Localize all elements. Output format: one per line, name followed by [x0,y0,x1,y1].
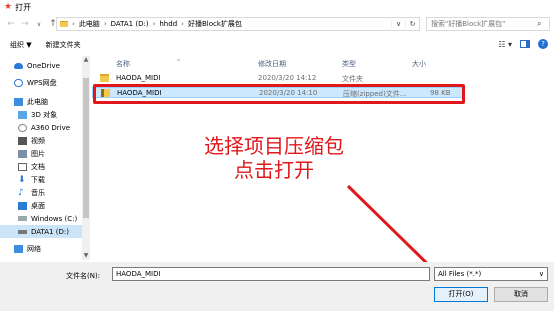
organize-button[interactable]: 组织 ▼ [10,40,32,50]
command-bar: 组织 ▼ 新建文件夹 ☷ ▾ ? [0,36,554,54]
column-size[interactable]: 大小 [412,59,426,69]
column-date[interactable]: 修改日期 [258,59,286,69]
sidebar-item-onedrive[interactable]: OneDrive [0,59,84,72]
help-icon[interactable]: ? [538,39,548,49]
preview-pane-icon[interactable] [520,40,530,48]
sidebar-item-music[interactable]: ♪ 音乐 [0,186,84,199]
file-type: 文件夹 [342,75,363,83]
file-row-folder[interactable]: HAODA_MIDI 2020/3/20 14:12 文件夹 [92,73,464,84]
breadcrumb-current-folder[interactable]: 好播Block扩展包 [188,19,242,29]
sidebar-item-label: OneDrive [27,61,60,70]
sidebar-item-pictures[interactable]: 图片 [0,147,84,160]
sidebar-item-downloads[interactable]: ⬇ 下载 [0,173,84,186]
file-name: HAODA_MIDI [116,74,161,82]
documents-icon [18,162,27,171]
sidebar-item-label: 3D 对象 [31,110,58,119]
sidebar-item-label: 音乐 [31,188,45,197]
new-folder-button[interactable]: 新建文件夹 [46,40,81,50]
sidebar-item-label: 此电脑 [27,97,48,106]
filetype-select[interactable]: All Files (*.*) ∨ [434,267,548,281]
scroll-down-icon[interactable]: ▼ [82,252,90,260]
sidebar-item-label: A360 Drive [31,123,71,132]
highlight-box [93,84,465,104]
recent-dropdown-icon[interactable]: ∨ [32,17,46,31]
chevron-right-icon: › [72,20,75,28]
app-star-icon: ★ [4,2,13,12]
search-icon[interactable]: ⌕ [537,19,549,29]
download-icon: ⬇ [18,174,26,185]
sidebar-item-3d-objects[interactable]: 3D 对象 [0,108,84,121]
sidebar-item-label: 下载 [31,175,45,184]
filename-label: 文件名(N): [66,272,101,280]
3d-objects-icon [18,110,27,119]
refresh-icon[interactable]: ↻ [405,20,419,28]
address-bar-row: ← → ∨ ↑ › 此电脑 › DATA1 (D:) › hhdd › 好播Bl… [0,14,554,34]
cancel-button[interactable]: 取消 [494,287,548,302]
video-icon [18,136,27,145]
search-placeholder: 搜索"好播Block扩展包" [431,20,506,28]
navigation-pane: OneDrive WPS网盘 此电脑 3D 对象 A360 Drive 视频 图… [0,56,84,260]
chevron-right-icon: › [103,20,107,28]
drive-c-icon [18,216,27,221]
sidebar-item-label: 网络 [27,244,41,253]
sidebar-scrollbar[interactable]: ▲ ▼ [82,56,90,260]
desktop-icon [18,201,27,210]
filename-input[interactable]: HAODA_MIDI [112,267,430,281]
music-icon: ♪ [18,187,24,198]
sidebar-item-label: 文档 [31,162,45,171]
sidebar-item-label: 视频 [31,136,45,145]
annotation-line-1: 选择项目压缩包 [204,134,344,158]
sidebar-item-drive-d[interactable]: DATA1 (D:) [0,225,84,238]
pictures-icon [18,149,27,158]
sidebar-item-desktop[interactable]: 桌面 [0,199,84,212]
sidebar-item-label: 图片 [31,149,45,158]
folder-icon [100,74,109,82]
wps-cloud-icon [14,78,23,87]
sort-up-icon: ^ [176,59,182,66]
scrollbar-thumb[interactable] [83,78,89,218]
sidebar-item-label: WPS网盘 [27,78,57,87]
filetype-value: All Files (*.*) [438,270,482,278]
folder-icon [60,21,68,27]
address-dropdown-icon[interactable]: ∨ [391,20,405,28]
sidebar-item-network[interactable]: 网络 [0,242,84,255]
drive-d-icon [18,229,27,234]
computer-icon [14,97,23,106]
sidebar-item-wps[interactable]: WPS网盘 [0,76,84,89]
sidebar-item-a360[interactable]: A360 Drive [0,121,84,134]
search-input[interactable]: 搜索"好播Block扩展包" ⌕ [426,17,550,31]
file-date: 2020/3/20 14:12 [258,74,317,82]
back-arrow-icon[interactable]: ← [4,17,18,31]
title-bar: ★ 打开 [0,0,554,14]
breadcrumb-hhdd[interactable]: hhdd [159,20,177,28]
dialog-footer: 文件名(N): HAODA_MIDI All Files (*.*) ∨ 打开(… [0,262,554,311]
chevron-right-icon: › [152,20,156,28]
scroll-up-icon[interactable]: ▲ [82,56,90,64]
network-icon [14,244,23,253]
sidebar-item-documents[interactable]: 文档 [0,160,84,173]
sidebar-item-label: Windows (C:) [31,214,78,223]
sidebar-item-label: 桌面 [31,201,45,210]
column-header-row: 名称 ^ 修改日期 类型 大小 [92,56,554,70]
forward-arrow-icon[interactable]: → [18,17,32,31]
view-options-icon[interactable]: ☷ ▾ [498,40,512,49]
column-name[interactable]: 名称 [116,59,130,69]
chevron-right-icon: › [181,20,184,28]
sidebar-item-this-pc[interactable]: 此电脑 [0,95,84,108]
open-button[interactable]: 打开(O) [434,287,488,302]
column-type[interactable]: 类型 [342,59,356,69]
breadcrumb-data1[interactable]: DATA1 (D:) [111,20,149,28]
a360-icon [18,123,27,132]
sidebar-item-drive-c[interactable]: Windows (C:) [0,212,84,225]
window-title: 打开 [15,2,32,12]
sidebar-item-label: DATA1 (D:) [31,227,69,236]
chevron-down-icon: ∨ [538,270,544,278]
sidebar-item-videos[interactable]: 视频 [0,134,84,147]
cloud-icon [14,62,23,69]
breadcrumb-this-pc[interactable]: 此电脑 [79,19,100,29]
annotation-line-2: 点击打开 [234,158,314,182]
instruction-annotation: 选择项目压缩包 点击打开 [174,134,374,182]
address-input[interactable]: › 此电脑 › DATA1 (D:) › hhdd › 好播Block扩展包 ∨… [56,17,420,31]
